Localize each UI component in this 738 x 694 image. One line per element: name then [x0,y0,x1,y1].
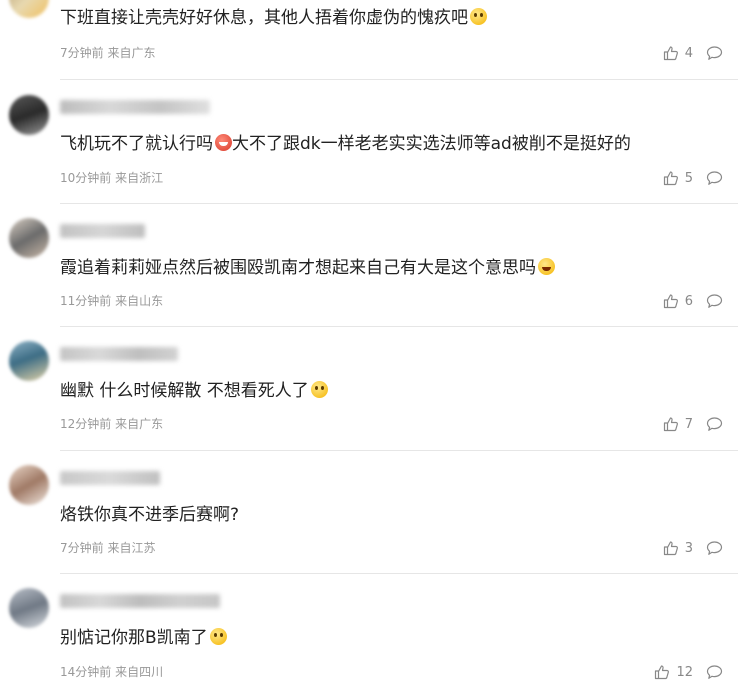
comment-bubble-icon[interactable] [706,664,723,680]
comment-content: 别惦记你那B凯南了 [60,626,227,650]
like-count: 4 [684,45,693,61]
comment-meta: 7分钟前 来自江苏 [60,540,155,556]
comment-content: 飞机玩不了就认行吗 大不了跟dk一样老老实实选法师等ad被削不是挺好的 [60,134,631,154]
like-count: 3 [684,540,693,556]
comment-item: 下班直接让壳壳好好休息，其他人捂着你虚伪的愧疚吧 7分钟前 来自广东 4 [0,0,738,80]
avatar[interactable] [9,0,49,18]
comment-meta: 14分钟前 来自四川 [60,664,163,680]
thumbs-up-icon [663,46,678,61]
comment-item: 飞机玩不了就认行吗 大不了跟dk一样老老实实选法师等ad被削不是挺好的 10分钟前… [0,80,738,204]
like-button[interactable]: 12 [654,664,693,680]
thumbs-up-icon [655,665,670,680]
comment-location: 来自江苏 [107,541,156,555]
comment-item: 幽默 什么时候解散 不想看死人了 12分钟前 来自广东 7 [0,327,738,451]
smile-emoji-icon [209,628,227,645]
comment-item: 烙铁你真不进季后赛啊? 7分钟前 来自江苏 3 [0,451,738,574]
comment-bubble-icon[interactable] [706,540,723,556]
comment-meta: 11分钟前 来自山东 [60,293,163,309]
username-blurred[interactable] [60,347,178,361]
username-blurred[interactable] [60,471,160,485]
comment-time: 10分钟前 [60,171,112,185]
like-button[interactable]: 3 [663,540,693,556]
comment-meta: 12分钟前 来自广东 [60,416,163,432]
thumbs-up-icon [663,171,678,186]
comment-bubble-icon[interactable] [706,293,723,309]
comment-time: 11分钟前 [60,294,112,308]
comment-time: 12分钟前 [60,417,112,431]
comment-bubble-icon[interactable] [706,45,723,61]
smile-emoji-icon [470,8,487,25]
avatar[interactable] [9,95,49,135]
comment-content: 霞追着莉莉娅点然后被围殴凯南才想起来自己有大是这个意思吗 [60,256,555,280]
comment-meta: 10分钟前 来自浙江 [60,170,163,186]
comment-location: 来自广东 [107,46,156,60]
thumbs-up-icon [663,541,678,556]
comment-meta: 7分钟前 来自广东 [60,45,155,61]
avatar[interactable] [9,465,49,505]
username-blurred[interactable] [60,594,220,608]
laugh-emoji-icon [538,258,555,275]
like-button[interactable]: 4 [663,45,693,61]
like-button[interactable]: 6 [663,293,693,309]
thumbs-up-icon [663,294,678,309]
comment-location: 来自山东 [115,294,164,308]
comment-location: 来自浙江 [115,171,164,185]
comment-content: 下班直接让壳壳好好休息，其他人捂着你虚伪的愧疚吧 [60,6,487,30]
comment-item: 霞追着莉莉娅点然后被围殴凯南才想起来自己有大是这个意思吗 11分钟前 来自山东 … [0,204,738,327]
username-blurred[interactable] [60,224,145,238]
like-button[interactable]: 7 [663,416,693,432]
like-button[interactable]: 5 [663,170,693,186]
comment-location: 来自四川 [115,665,164,679]
username-blurred[interactable] [60,100,210,114]
comment-time: 7分钟前 [60,541,104,555]
avatar[interactable] [9,341,49,381]
devil-emoji-icon [215,134,232,151]
thumbs-up-icon [663,417,678,432]
comment-content: 幽默 什么时候解散 不想看死人了 [60,379,328,403]
comment-time: 7分钟前 [60,46,104,60]
like-count: 6 [684,293,693,309]
avatar[interactable] [9,588,49,628]
comment-location: 来自广东 [115,417,164,431]
comment-bubble-icon[interactable] [706,416,723,432]
comment-item: 别惦记你那B凯南了 14分钟前 来自四川 12 [0,574,738,694]
like-count: 12 [676,664,693,680]
like-count: 5 [684,170,693,186]
avatar[interactable] [9,218,49,258]
smile-emoji-icon [310,381,328,398]
like-count: 7 [684,416,693,432]
comment-content: 烙铁你真不进季后赛啊? [60,505,240,525]
comment-bubble-icon[interactable] [706,170,723,186]
comment-time: 14分钟前 [60,665,112,679]
